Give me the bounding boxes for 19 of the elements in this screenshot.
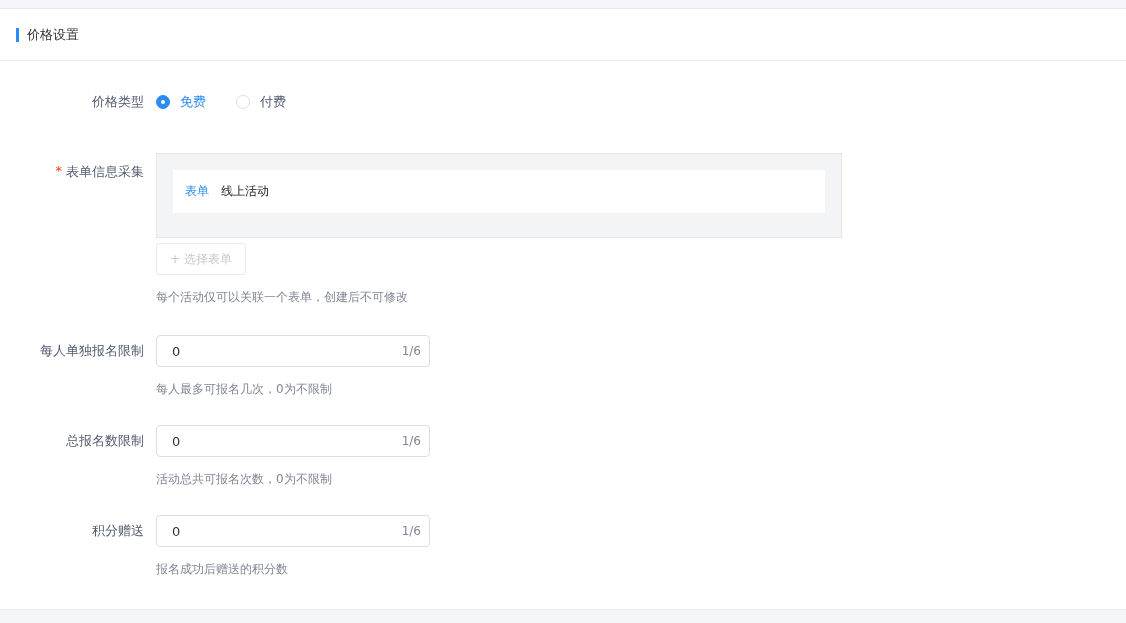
section-title: 价格设置 — [27, 25, 79, 44]
char-counter: 1/6 — [401, 524, 421, 538]
form-tag: 表单 — [185, 183, 209, 200]
hint-text: 每个活动仅可以关联一个表单，创建后不可修改 — [156, 289, 409, 306]
field-label: 积分赠送 — [92, 522, 144, 540]
hint-text: 报名成功后赠送的积分数 — [156, 561, 289, 578]
char-counter: 1/6 — [401, 434, 421, 448]
required-mark: * — [55, 163, 62, 180]
field-label: 总报名数限制 — [66, 432, 144, 450]
field-label: 表单信息采集 — [66, 163, 144, 181]
char-counter: 1/6 — [401, 344, 421, 358]
field-label: 价格类型 — [92, 93, 144, 111]
accent-bar — [16, 27, 19, 42]
hint-text: 活动总共可报名次数，0为不限制 — [156, 471, 333, 488]
form-name: 线上活动 — [221, 183, 269, 200]
field-label: 每人单独报名限制 — [40, 342, 144, 360]
radio-option[interactable]: 付费 — [236, 93, 286, 111]
radio-option[interactable]: 免费 — [156, 93, 206, 111]
hint-text: 每人最多可报名几次，0为不限制 — [156, 381, 333, 398]
